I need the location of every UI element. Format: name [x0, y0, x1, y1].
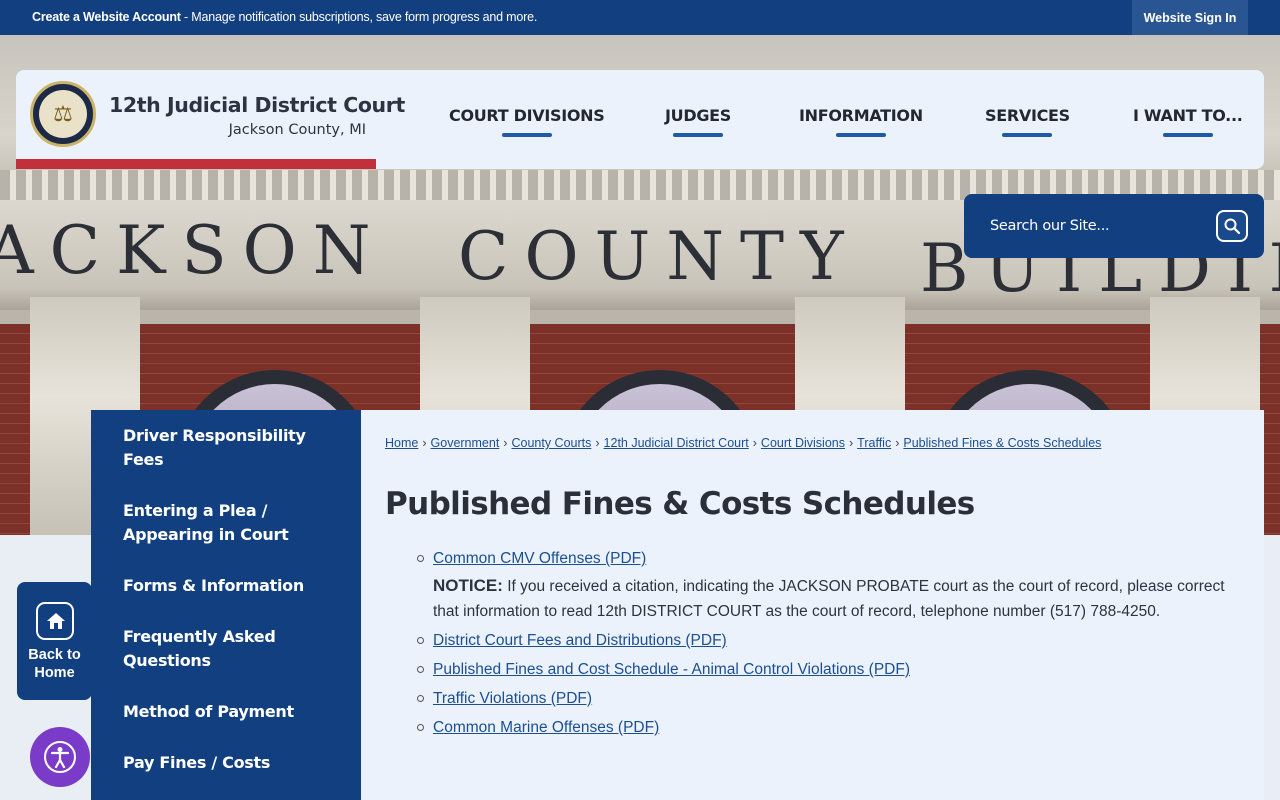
sidebar-item-forms-information[interactable]: Forms & Information: [91, 574, 361, 598]
breadcrumb-district-court[interactable]: 12th Judicial District Court: [604, 436, 749, 450]
doc-link-animal-control[interactable]: Published Fines and Cost Schedule - Anim…: [433, 661, 910, 678]
search-input[interactable]: Search our Site...: [990, 218, 1110, 234]
main-content: Home › Government › County Courts › 12th Judic…: [361, 410, 1264, 800]
doc-link-cmv-offenses[interactable]: Common CMV Offenses (PDF): [433, 550, 646, 567]
frieze-word: COUNTY: [458, 218, 860, 295]
home-icon-frame: [36, 602, 74, 640]
breadcrumb-current-page[interactable]: Published Fines & Costs Schedules: [903, 436, 1101, 450]
nav-underline: [673, 133, 723, 137]
list-item: Published Fines and Cost Schedule - Anim…: [417, 657, 1233, 682]
nav-underline: [835, 133, 886, 137]
list-item: Traffic Violations (PDF): [417, 686, 1233, 711]
sidebar-item-method-of-payment[interactable]: Method of Payment: [91, 700, 361, 724]
list-item: Common CMV Offenses (PDF) NOTICE: If you…: [417, 546, 1233, 624]
breadcrumb-traffic[interactable]: Traffic: [857, 436, 891, 450]
site-header: ⚖ 12th Judicial District Court Jackson C…: [16, 70, 1264, 169]
seal-emblem-icon: ⚖: [39, 90, 87, 138]
nav-information[interactable]: INFORMATION: [799, 106, 923, 137]
nav-underline: [501, 133, 552, 137]
nav-court-divisions[interactable]: COURT DIVISIONS: [449, 106, 605, 137]
breadcrumb: Home › Government › County Courts › 12th Judic…: [385, 436, 1102, 450]
breadcrumb-county-courts[interactable]: County Courts: [511, 436, 591, 450]
account-message: Create a Website Account - Manage notifi…: [32, 10, 537, 24]
site-search: Search our Site...: [964, 194, 1264, 258]
hero-sill: [0, 310, 1280, 324]
doc-link-traffic-violations[interactable]: Traffic Violations (PDF): [433, 690, 592, 707]
breadcrumb-government[interactable]: Government: [431, 436, 500, 450]
doc-link-fees-distributions[interactable]: District Court Fees and Distributions (P…: [433, 632, 727, 649]
document-list: Common CMV Offenses (PDF) NOTICE: If you…: [417, 546, 1233, 740]
website-sign-in-button[interactable]: Website Sign In: [1132, 0, 1248, 35]
top-account-bar: Create a Website Account - Manage notifi…: [0, 0, 1280, 35]
nav-i-want-to[interactable]: I WANT TO...: [1133, 106, 1243, 137]
nav-label: I WANT TO...: [1133, 106, 1243, 125]
home-icon: [47, 613, 65, 629]
breadcrumb-home[interactable]: Home: [385, 436, 418, 450]
site-title[interactable]: 12th Judicial District Court: [109, 93, 405, 117]
search-icon: [1224, 218, 1241, 235]
nav-label: JUDGES: [665, 106, 732, 125]
sidebar-item-driver-responsibility-fees[interactable]: Driver Responsibility Fees: [91, 424, 361, 472]
court-seal-logo[interactable]: ⚖: [30, 81, 96, 147]
nav-underline: [1162, 133, 1213, 137]
notice-text: NOTICE: If you received a citation, indi…: [433, 573, 1233, 624]
header-accent-line: [16, 159, 376, 169]
sidebar-item-entering-a-plea[interactable]: Entering a Plea / Appearing in Court: [91, 499, 361, 547]
notice-label: NOTICE:: [433, 576, 503, 595]
accessibility-icon: [44, 741, 76, 773]
nav-judges[interactable]: JUDGES: [665, 106, 732, 137]
list-item: District Court Fees and Distributions (P…: [417, 628, 1233, 653]
nav-underline: [1002, 133, 1053, 137]
nav-label: INFORMATION: [799, 106, 923, 125]
section-sidebar: Driver Responsibility Fees Entering a Pl…: [91, 410, 361, 800]
back-to-home-button[interactable]: Back to Home: [17, 582, 92, 700]
create-account-link[interactable]: Create a Website Account: [32, 10, 181, 24]
list-item: Common Marine Offenses (PDF): [417, 715, 1233, 740]
doc-link-marine-offenses[interactable]: Common Marine Offenses (PDF): [433, 719, 659, 736]
breadcrumb-court-divisions[interactable]: Court Divisions: [761, 436, 845, 450]
search-button[interactable]: [1216, 210, 1248, 242]
nav-services[interactable]: SERVICES: [985, 106, 1070, 137]
sidebar-item-faq[interactable]: Frequently Asked Questions: [91, 625, 361, 673]
site-subtitle: Jackson County, MI: [228, 122, 366, 138]
nav-label: SERVICES: [985, 106, 1070, 125]
frieze-word: ACKSON: [0, 212, 387, 289]
sidebar-item-pay-fines-costs[interactable]: Pay Fines / Costs: [91, 751, 361, 775]
accessibility-button[interactable]: [30, 727, 90, 787]
notice-body: If you received a citation, indicating t…: [433, 578, 1225, 620]
nav-label: COURT DIVISIONS: [449, 106, 605, 125]
back-to-home-label: Back to Home: [28, 647, 81, 681]
page-title: Published Fines & Costs Schedules: [385, 486, 975, 522]
create-account-description: - Manage notification subscriptions, sav…: [180, 10, 538, 24]
